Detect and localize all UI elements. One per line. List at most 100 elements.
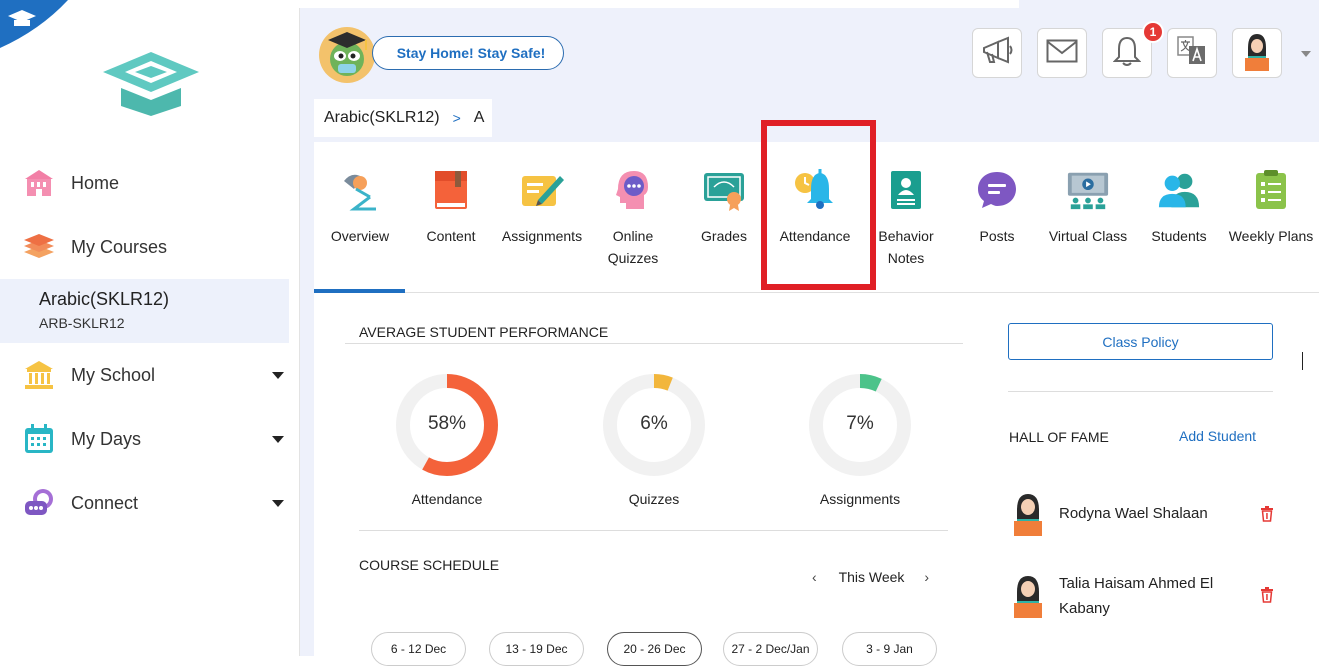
active-tab-indicator [314, 289, 405, 293]
messages-button[interactable] [1037, 28, 1087, 78]
chevron-right-icon[interactable]: › [924, 569, 929, 585]
class-policy-button[interactable]: Class Policy [1008, 323, 1273, 360]
breadcrumb-course[interactable]: Arabic(SKLR12) [324, 109, 440, 127]
sidebar-item-label: Connect [71, 492, 139, 513]
divider [345, 343, 963, 344]
tab-label: Assignments [501, 228, 583, 244]
breadcrumb-section[interactable]: A [474, 109, 485, 127]
chevron-down-icon[interactable] [1301, 51, 1311, 57]
week-pill[interactable]: 6 - 12 Dec [371, 632, 466, 666]
profile-avatar-button[interactable] [1232, 28, 1282, 78]
breadcrumb: Arabic(SKLR12) > A [314, 99, 492, 137]
tab-label: Weekly Plans [1228, 228, 1314, 244]
course-name: Arabic(SKLR12) [39, 289, 170, 309]
period-label: This Week [838, 569, 905, 585]
tab-overview[interactable]: Overview [315, 167, 405, 247]
institution-icon [22, 358, 56, 392]
sidebar-item-my-courses[interactable]: My Courses [0, 222, 290, 272]
student-name: Talia Haisam Ahmed El [1059, 575, 1214, 592]
school-building-icon [22, 166, 56, 200]
tab-assignments[interactable]: Assignments [497, 167, 587, 247]
notification-count-badge: 1 [1142, 21, 1164, 43]
student-avatar-icon [1014, 576, 1042, 618]
divider [359, 530, 948, 531]
calendar-icon [22, 422, 56, 456]
student-name: Rodyna Wael Shalaan [1059, 505, 1208, 522]
course-code: ARB-SKLR12 [39, 315, 125, 331]
trash-icon[interactable] [1260, 587, 1274, 603]
tab-virtual-class[interactable]: Virtual Class [1043, 167, 1133, 247]
course-schedule-title: COURSE SCHEDULE [359, 557, 500, 573]
sidebar-item-connect[interactable]: Connect [0, 478, 290, 528]
student-name-line2: Kabany [1059, 600, 1110, 617]
quizzes-value: 6% [640, 413, 668, 434]
sidebar-item-label: My Days [71, 428, 142, 449]
user-avatar-icon [1242, 30, 1272, 77]
assignments-value: 7% [846, 413, 874, 434]
sidebar-active-course[interactable]: Arabic(SKLR12) ARB-SKLR12 [0, 279, 289, 343]
attendance-label: Attendance [411, 491, 483, 507]
chevron-down-icon[interactable] [272, 371, 284, 379]
stay-safe-banner[interactable]: Stay Home! Stay Safe! [372, 36, 564, 70]
chevron-left-icon[interactable]: ‹ [812, 569, 817, 585]
trash-icon[interactable] [1260, 506, 1274, 522]
tab-label: Virtual Class [1048, 228, 1128, 244]
certificate-icon [702, 167, 746, 213]
chevron-down-icon[interactable] [272, 499, 284, 507]
chevron-down-icon[interactable] [272, 435, 284, 443]
mascot-avatar [319, 27, 375, 83]
chat-bubbles-icon [22, 486, 56, 520]
sidebar-item-home[interactable]: Home [0, 158, 290, 208]
tab-label-line2: Quizzes [607, 250, 659, 266]
tab-label: Posts [979, 228, 1015, 244]
week-pill[interactable]: 13 - 19 Dec [489, 632, 584, 666]
text-cursor [1302, 352, 1303, 370]
envelope-icon [1046, 39, 1078, 68]
translate-icon [1177, 35, 1207, 71]
sidebar-item-label: Home [71, 172, 120, 193]
assignment-pen-icon [520, 167, 564, 213]
thinking-head-icon [611, 167, 655, 213]
tab-content[interactable]: Content [406, 167, 496, 247]
id-card-icon [884, 167, 928, 213]
week-pill[interactable]: 27 - 2 Dec/Jan [723, 632, 818, 666]
sidebar: Home My Courses Arabic(SKLR12) ARB-SKLR1… [0, 0, 300, 656]
language-button[interactable] [1167, 28, 1217, 78]
hall-of-fame-title: HALL OF FAME [1009, 429, 1109, 445]
checklist-icon [1249, 167, 1293, 213]
attendance-value: 58% [427, 413, 467, 434]
highlight-box [761, 120, 876, 290]
quizzes-label: Quizzes [628, 491, 680, 507]
video-classroom-icon [1066, 167, 1110, 213]
tab-weekly-plans[interactable]: Weekly Plans [1226, 167, 1316, 247]
app-corner-logo-icon[interactable] [0, 0, 70, 50]
sidebar-item-label: My Courses [71, 236, 168, 257]
sidebar-item-my-days[interactable]: My Days [0, 414, 290, 464]
tab-posts[interactable]: Posts [952, 167, 1042, 247]
divider [1008, 391, 1273, 392]
tab-label: Students [1151, 228, 1207, 244]
top-strip [125, 0, 1019, 8]
tab-students[interactable]: Students [1134, 167, 1224, 247]
sidebar-item-label: My School [71, 364, 156, 385]
tab-label: Grades [701, 228, 747, 244]
tab-online-quizzes[interactable]: Online Quizzes [588, 167, 678, 269]
tab-label: Content [426, 228, 476, 244]
tab-grades[interactable]: Grades [679, 167, 769, 247]
assignments-label: Assignments [819, 491, 901, 507]
tab-label-line2: Notes [887, 250, 925, 266]
week-pill[interactable]: 3 - 9 Jan [842, 632, 937, 666]
speech-bubble-icon [975, 167, 1019, 213]
add-student-link[interactable]: Add Student [1179, 428, 1256, 444]
tab-label: Overview [330, 228, 390, 244]
tab-label: Behavior [878, 228, 934, 244]
week-pill-current[interactable]: 20 - 26 Dec [607, 632, 702, 666]
tab-label: Online [612, 228, 654, 244]
school-logo-icon [103, 52, 199, 116]
stacked-books-icon [22, 230, 56, 264]
sidebar-item-my-school[interactable]: My School [0, 350, 290, 400]
lamp-icon [338, 167, 382, 213]
announcements-button[interactable] [972, 28, 1022, 78]
breadcrumb-separator: > [452, 110, 461, 126]
student-avatar-icon [1014, 494, 1042, 536]
